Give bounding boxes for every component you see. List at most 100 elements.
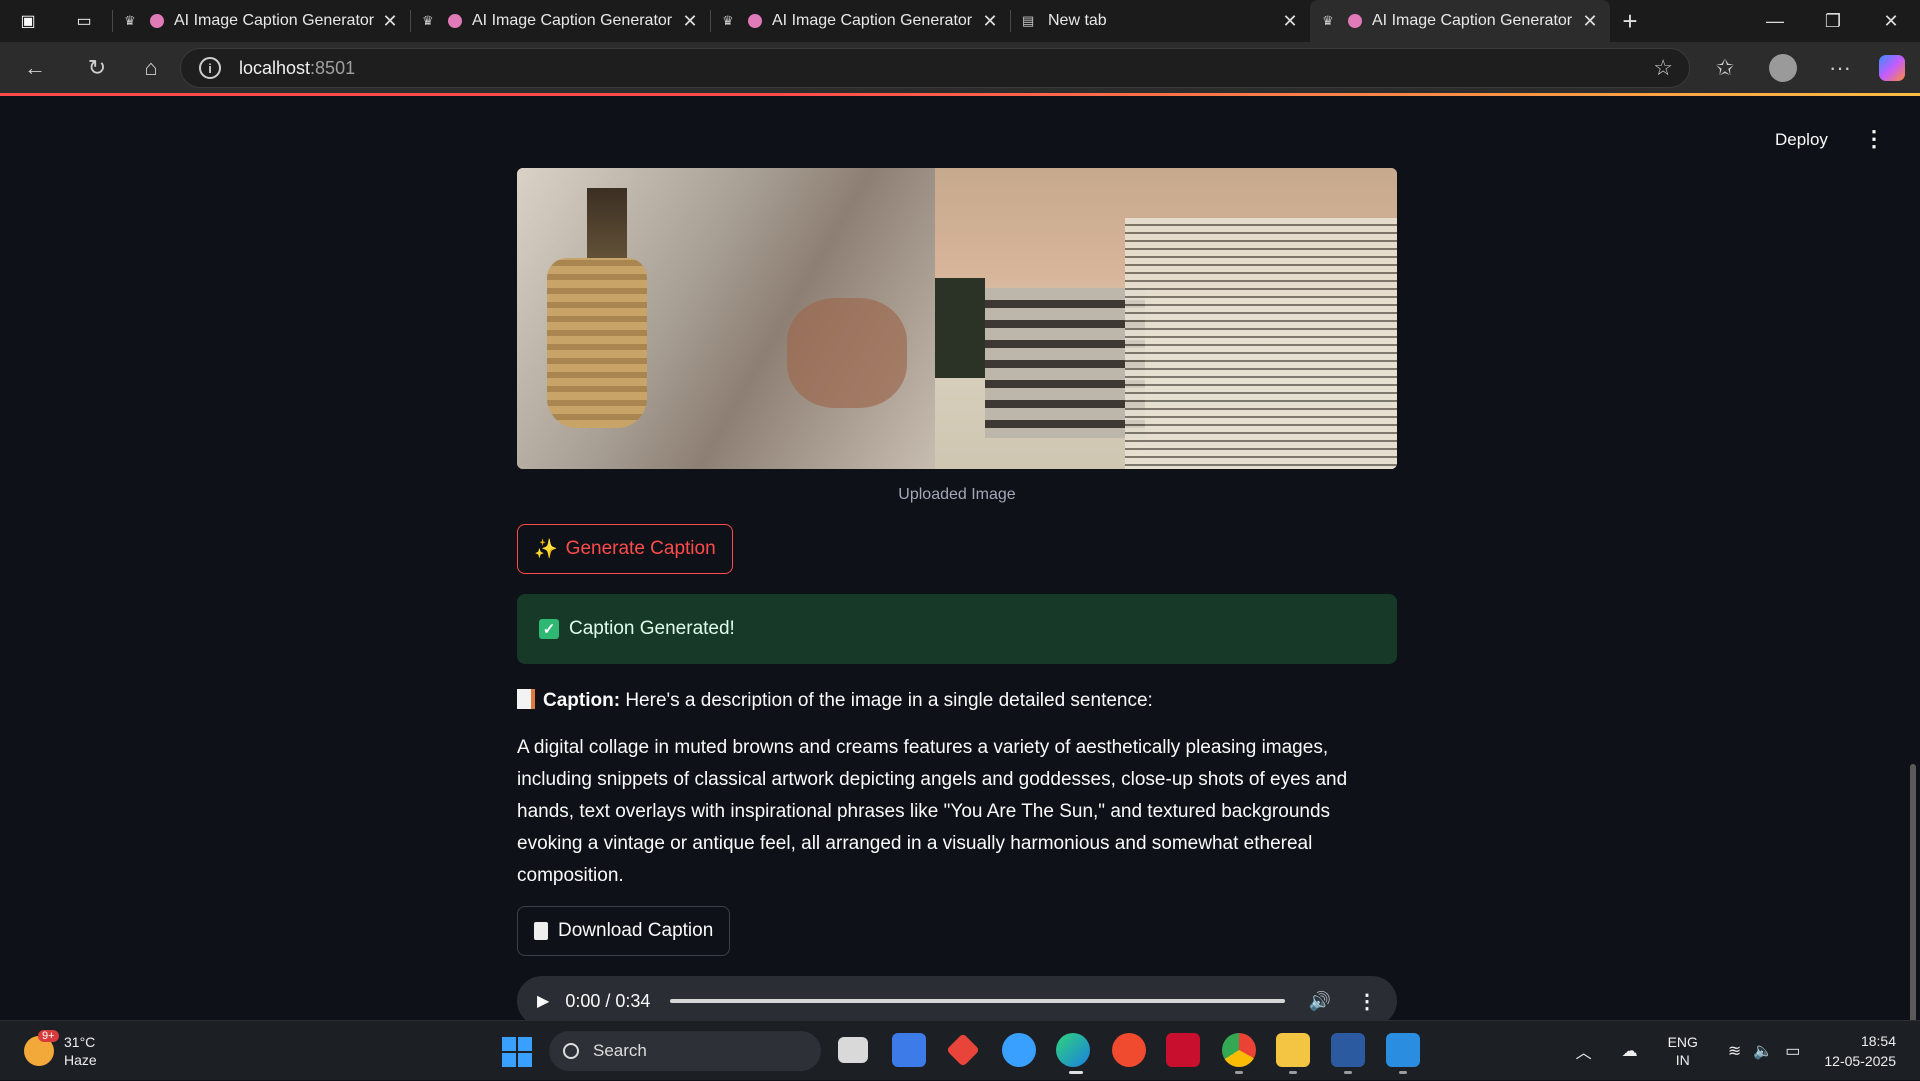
home-icon[interactable]: ⌂ bbox=[124, 55, 178, 81]
close-window-icon[interactable]: ✕ bbox=[1862, 0, 1920, 42]
address-port: :8501 bbox=[310, 57, 356, 78]
deploy-button[interactable]: Deploy bbox=[1775, 130, 1828, 150]
close-tab-icon[interactable]: ✕ bbox=[380, 11, 400, 32]
wifi-icon[interactable]: ≋ bbox=[1728, 1041, 1741, 1061]
audio-player: ▶ 0:00 / 0:34 🔊 ⋮ bbox=[517, 976, 1397, 1026]
site-info-icon[interactable]: i bbox=[199, 57, 221, 79]
favorites-icon[interactable]: ✩ bbox=[1700, 42, 1750, 94]
minimize-icon[interactable]: — bbox=[1746, 0, 1804, 42]
caption-heading: Caption: Here's a description of the ima… bbox=[517, 689, 1397, 712]
close-tab-icon[interactable]: ✕ bbox=[980, 11, 1000, 32]
git-app-icon[interactable] bbox=[946, 1033, 980, 1067]
close-tab-icon[interactable]: ✕ bbox=[1580, 11, 1600, 32]
powershell-icon[interactable] bbox=[1331, 1033, 1365, 1067]
audio-more-icon[interactable]: ⋮ bbox=[1357, 989, 1377, 1014]
more-options-icon[interactable]: ··· bbox=[1815, 42, 1865, 94]
tab-separator bbox=[1010, 10, 1011, 32]
page-icon bbox=[534, 922, 548, 940]
file-explorer-icon[interactable] bbox=[1276, 1033, 1310, 1067]
tab-separator bbox=[410, 10, 411, 32]
app-indicator bbox=[1235, 1071, 1243, 1074]
edge-icon[interactable] bbox=[1056, 1033, 1090, 1067]
tab-actions-icon[interactable]: ▭ bbox=[56, 0, 112, 42]
clock-time: 18:54 bbox=[1860, 1033, 1896, 1049]
active-app-indicator bbox=[1069, 1071, 1083, 1074]
battery-icon[interactable]: ▭ bbox=[1785, 1041, 1800, 1061]
speaker-icon[interactable]: 🔈 bbox=[1753, 1041, 1773, 1061]
weather-icon: 9+ bbox=[24, 1030, 59, 1066]
generate-caption-button[interactable]: ✨ Generate Caption bbox=[517, 524, 733, 574]
main-content: Uploaded Image ✨ Generate Caption ✓ Captio… bbox=[517, 168, 1397, 1026]
favorite-star-icon[interactable]: ☆ bbox=[1653, 55, 1673, 81]
start-icon[interactable] bbox=[502, 1037, 532, 1067]
tab-separator bbox=[112, 10, 113, 32]
copilot-icon[interactable] bbox=[1870, 42, 1914, 94]
close-tab-icon[interactable]: ✕ bbox=[680, 11, 700, 32]
workspaces-icon[interactable]: ▣ bbox=[0, 0, 56, 42]
new-tab-button[interactable]: + bbox=[1610, 6, 1650, 37]
tab-bar: ▣ ▭ ♛ AI Image Caption Generator ✕ ♛ AI Ima… bbox=[0, 0, 1920, 42]
refresh-icon[interactable]: ↻ bbox=[70, 55, 124, 81]
download-caption-label: Download Caption bbox=[558, 920, 714, 941]
collage-left-panel bbox=[517, 168, 935, 469]
tab-title: New tab bbox=[1048, 12, 1107, 29]
tab-title: AI Image Caption Generator bbox=[174, 12, 375, 29]
tab-4[interactable]: ▤ New tab ✕ bbox=[1010, 0, 1310, 42]
close-tab-icon[interactable]: ✕ bbox=[1280, 11, 1300, 32]
success-alert: ✓ Caption Generated! bbox=[517, 594, 1397, 664]
clock[interactable]: 18:54 12-05-2025 bbox=[1824, 1031, 1896, 1071]
vscode-icon[interactable] bbox=[1386, 1033, 1420, 1067]
lang-bottom: IN bbox=[1675, 1052, 1690, 1068]
audio-time: 0:00 / 0:34 bbox=[565, 990, 651, 1011]
taskbar-search[interactable]: Search bbox=[549, 1031, 821, 1071]
play-icon[interactable]: ▶ bbox=[537, 991, 549, 1011]
streamlit-crown-icon: ♛ bbox=[422, 13, 434, 28]
store-icon[interactable] bbox=[892, 1033, 926, 1067]
app-indicator bbox=[1399, 1071, 1407, 1074]
newspaper-texture bbox=[1125, 218, 1397, 469]
tab-5-active[interactable]: ♛ AI Image Caption Generator ✕ bbox=[1310, 0, 1610, 42]
onedrive-icon[interactable]: ☁ bbox=[1622, 1041, 1638, 1061]
uploaded-image bbox=[517, 168, 1397, 469]
profile-icon[interactable] bbox=[1758, 42, 1808, 94]
text-block bbox=[985, 288, 1145, 438]
tab-separator bbox=[710, 10, 711, 32]
scrollbar-thumb[interactable] bbox=[1910, 764, 1916, 1054]
taskbar: 9+ 31°C Haze Search ︿ ☁ ENG IN ≋ 🔈 ▭ 18:54… bbox=[0, 1020, 1920, 1080]
streamlit-crown-icon: ♛ bbox=[124, 13, 136, 28]
memo-icon bbox=[517, 689, 535, 709]
search-icon bbox=[563, 1043, 579, 1059]
favicon-icon bbox=[150, 14, 164, 28]
caption-label: Caption: bbox=[543, 690, 621, 711]
weather-widget[interactable]: 9+ 31°C Haze bbox=[24, 1030, 97, 1069]
system-tray: ︿ ☁ ENG IN ≋ 🔈 ▭ 18:54 12-05-2025 bbox=[1576, 1021, 1920, 1081]
volume-icon[interactable]: 🔊 bbox=[1309, 991, 1331, 1012]
task-view-icon[interactable] bbox=[838, 1037, 868, 1063]
main-menu-icon[interactable]: ⋮ bbox=[1863, 126, 1885, 152]
wps-office-icon[interactable] bbox=[1112, 1033, 1146, 1067]
help-app-icon[interactable] bbox=[1002, 1033, 1036, 1067]
address-bar[interactable]: i localhost:8501 ☆ bbox=[180, 48, 1690, 88]
chrome-icon[interactable] bbox=[1222, 1033, 1256, 1067]
window-controls: — ❐ ✕ bbox=[1746, 0, 1920, 42]
back-icon[interactable]: ← bbox=[0, 55, 70, 81]
address-host: localhost bbox=[239, 57, 311, 78]
caption-intro: Here's a description of the image in a s… bbox=[625, 690, 1153, 711]
language-indicator[interactable]: ENG IN bbox=[1668, 1033, 1698, 1069]
tab-1[interactable]: ♛ AI Image Caption Generator ✕ bbox=[112, 0, 410, 42]
check-mark-icon: ✓ bbox=[539, 619, 559, 639]
chevron-up-icon[interactable]: ︿ bbox=[1576, 1039, 1592, 1063]
collage-right-panel bbox=[935, 168, 1397, 469]
browser-chrome: ▣ ▭ ♛ AI Image Caption Generator ✕ ♛ AI Ima… bbox=[0, 0, 1920, 96]
download-caption-button[interactable]: Download Caption bbox=[517, 906, 731, 956]
basket-shape bbox=[547, 258, 647, 428]
tab-3[interactable]: ♛ AI Image Caption Generator ✕ bbox=[710, 0, 1010, 42]
mcafee-icon[interactable] bbox=[1166, 1033, 1200, 1067]
tab-2[interactable]: ♛ AI Image Caption Generator ✕ bbox=[410, 0, 710, 42]
address-text: localhost:8501 bbox=[239, 58, 355, 79]
restore-icon[interactable]: ❐ bbox=[1804, 0, 1862, 42]
generate-caption-label: Generate Caption bbox=[565, 538, 716, 559]
new-tab-page-icon: ▤ bbox=[1022, 13, 1035, 28]
audio-progress-bar[interactable] bbox=[670, 999, 1285, 1003]
tab-title: AI Image Caption Generator bbox=[1372, 12, 1573, 29]
